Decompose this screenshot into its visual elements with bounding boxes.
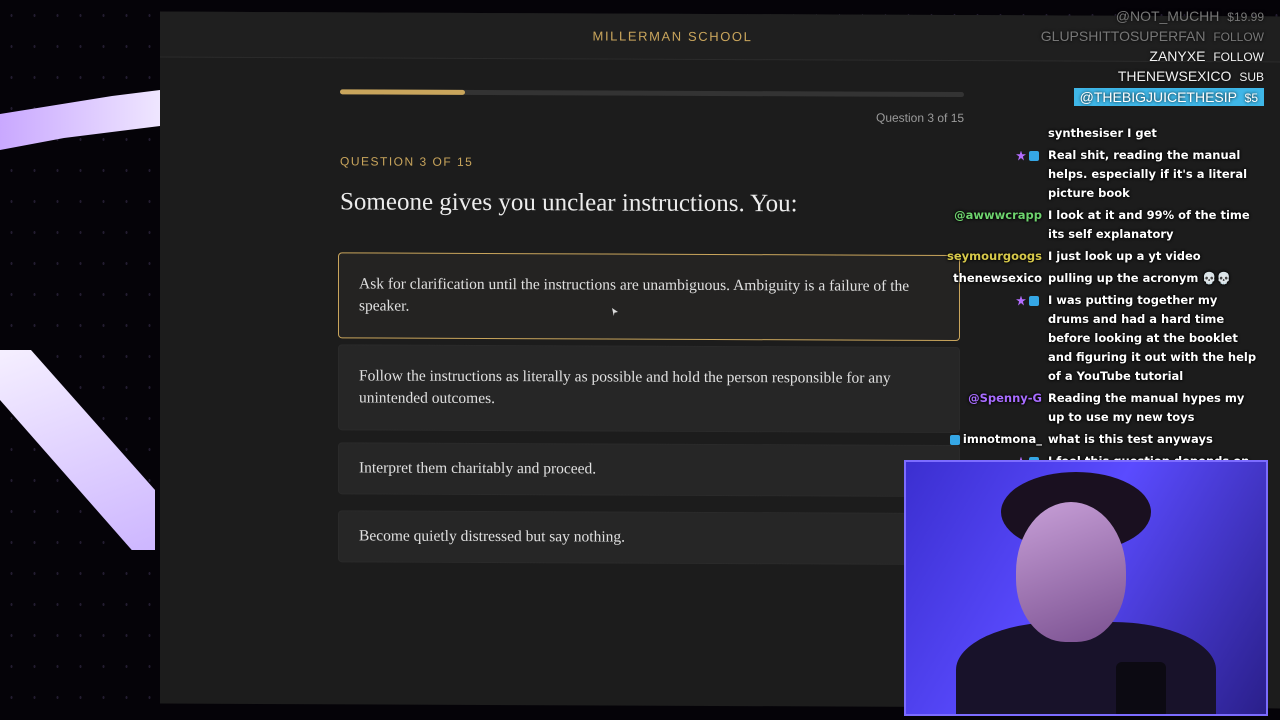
- star-badge-icon: [1016, 150, 1026, 161]
- chat-message: Real shit, reading the manual helps. esp…: [920, 146, 1260, 203]
- answer-option-text: Ask for clarification until the instruct…: [359, 275, 910, 315]
- chat-username: [920, 291, 1048, 386]
- answer-option-text: Follow the instructions as literally as …: [359, 367, 891, 408]
- chat-overlay: synthesiser I get Real shit, reading the…: [920, 124, 1260, 493]
- progress-fill: [340, 89, 465, 95]
- crown-badge-icon: [1029, 295, 1039, 306]
- webcam-feed: [904, 460, 1268, 716]
- alert-action: FOLLOW: [1213, 30, 1264, 44]
- alert-item: THENEWSEXICO SUB: [1041, 68, 1264, 84]
- alert-item: @NOT_MUCHH $19.99: [1041, 8, 1264, 24]
- answer-option-4[interactable]: Become quietly distressed but say nothin…: [338, 510, 960, 566]
- alert-name: ZANYXE: [1149, 48, 1206, 64]
- alert-name: GLUPSHITTOSUPERFAN: [1040, 28, 1206, 44]
- question-text: Someone gives you unclear instructions. …: [340, 188, 798, 218]
- microphone-icon: [1116, 662, 1166, 714]
- alert-action: FOLLOW: [1213, 50, 1264, 64]
- chat-message: synthesiser I get: [920, 124, 1260, 143]
- chat-username: [920, 124, 1048, 143]
- chat-username: thenewsexico: [953, 271, 1042, 285]
- chat-message: @Spenny-G Reading the manual hypes my up …: [920, 389, 1260, 427]
- chat-message: thenewsexico pulling up the acronym 💀💀: [920, 269, 1260, 288]
- webcam-person-head: [1016, 502, 1126, 642]
- star-badge-icon: [1016, 295, 1026, 306]
- crown-badge-icon: [949, 434, 960, 445]
- chat-text: synthesiser I get: [1048, 126, 1157, 140]
- alert-name: @NOT_MUCHH: [1115, 8, 1220, 24]
- chat-username: imnotmona_: [920, 430, 1048, 449]
- alert-action: $19.99: [1227, 10, 1264, 24]
- chat-username: [920, 146, 1048, 203]
- chat-message: seymourgoogs I just look up a yt video: [920, 247, 1260, 266]
- chat-text: what is this test anyways: [1048, 432, 1213, 446]
- answer-option-2[interactable]: Follow the instructions as literally as …: [338, 344, 960, 434]
- alert-item: ZANYXE FOLLOW: [1041, 48, 1264, 64]
- chat-text: I was putting together my drums and had …: [1048, 293, 1257, 383]
- chat-username: @awwwcrapp: [954, 208, 1042, 222]
- alert-action: SUB: [1239, 70, 1264, 84]
- alert-action: $5: [1244, 91, 1258, 105]
- answer-option-text: Become quietly distressed but say nothin…: [359, 527, 626, 546]
- chat-text: I just look up a yt video: [1048, 249, 1201, 263]
- chat-username: seymourgoogs: [947, 249, 1042, 263]
- question-counter: Question 3 of 15: [876, 110, 965, 126]
- alert-name: @THEBIGJUICETHESIP: [1079, 89, 1237, 105]
- answer-option-1[interactable]: Ask for clarification until the instruct…: [338, 252, 960, 342]
- chat-text: Real shit, reading the manual helps. esp…: [1048, 148, 1248, 200]
- brand-title[interactable]: MILLERMAN SCHOOL: [593, 28, 753, 44]
- answer-option-3[interactable]: Interpret them charitably and proceed.: [338, 442, 960, 498]
- chat-text: Reading the manual hypes my up to use my…: [1048, 391, 1245, 424]
- alert-item: GLUPSHITTOSUPERFAN FOLLOW: [1041, 28, 1264, 44]
- answer-option-text: Interpret them charitably and proceed.: [359, 459, 597, 478]
- chat-text: I look at it and 99% of the time its sel…: [1048, 208, 1250, 241]
- chat-message: imnotmona_ what is this test anyways: [920, 430, 1260, 449]
- chat-username: @Spenny-G: [968, 391, 1042, 405]
- question-label: QUESTION 3 OF 15: [340, 154, 474, 169]
- crown-badge-icon: [1029, 150, 1039, 161]
- alert-name: THENEWSEXICO: [1117, 68, 1232, 84]
- chat-message: I was putting together my drums and had …: [920, 291, 1260, 386]
- alert-item-highlight: @THEBIGJUICETHESIP $5: [1073, 88, 1264, 106]
- progress-bar: [340, 89, 964, 98]
- chat-text: pulling up the acronym 💀💀: [1048, 271, 1232, 285]
- chat-message: @awwwcrapp I look at it and 99% of the ti…: [920, 206, 1260, 244]
- stream-alerts: @NOT_MUCHH $19.99 GLUPSHITTOSUPERFAN FOL…: [1041, 8, 1264, 110]
